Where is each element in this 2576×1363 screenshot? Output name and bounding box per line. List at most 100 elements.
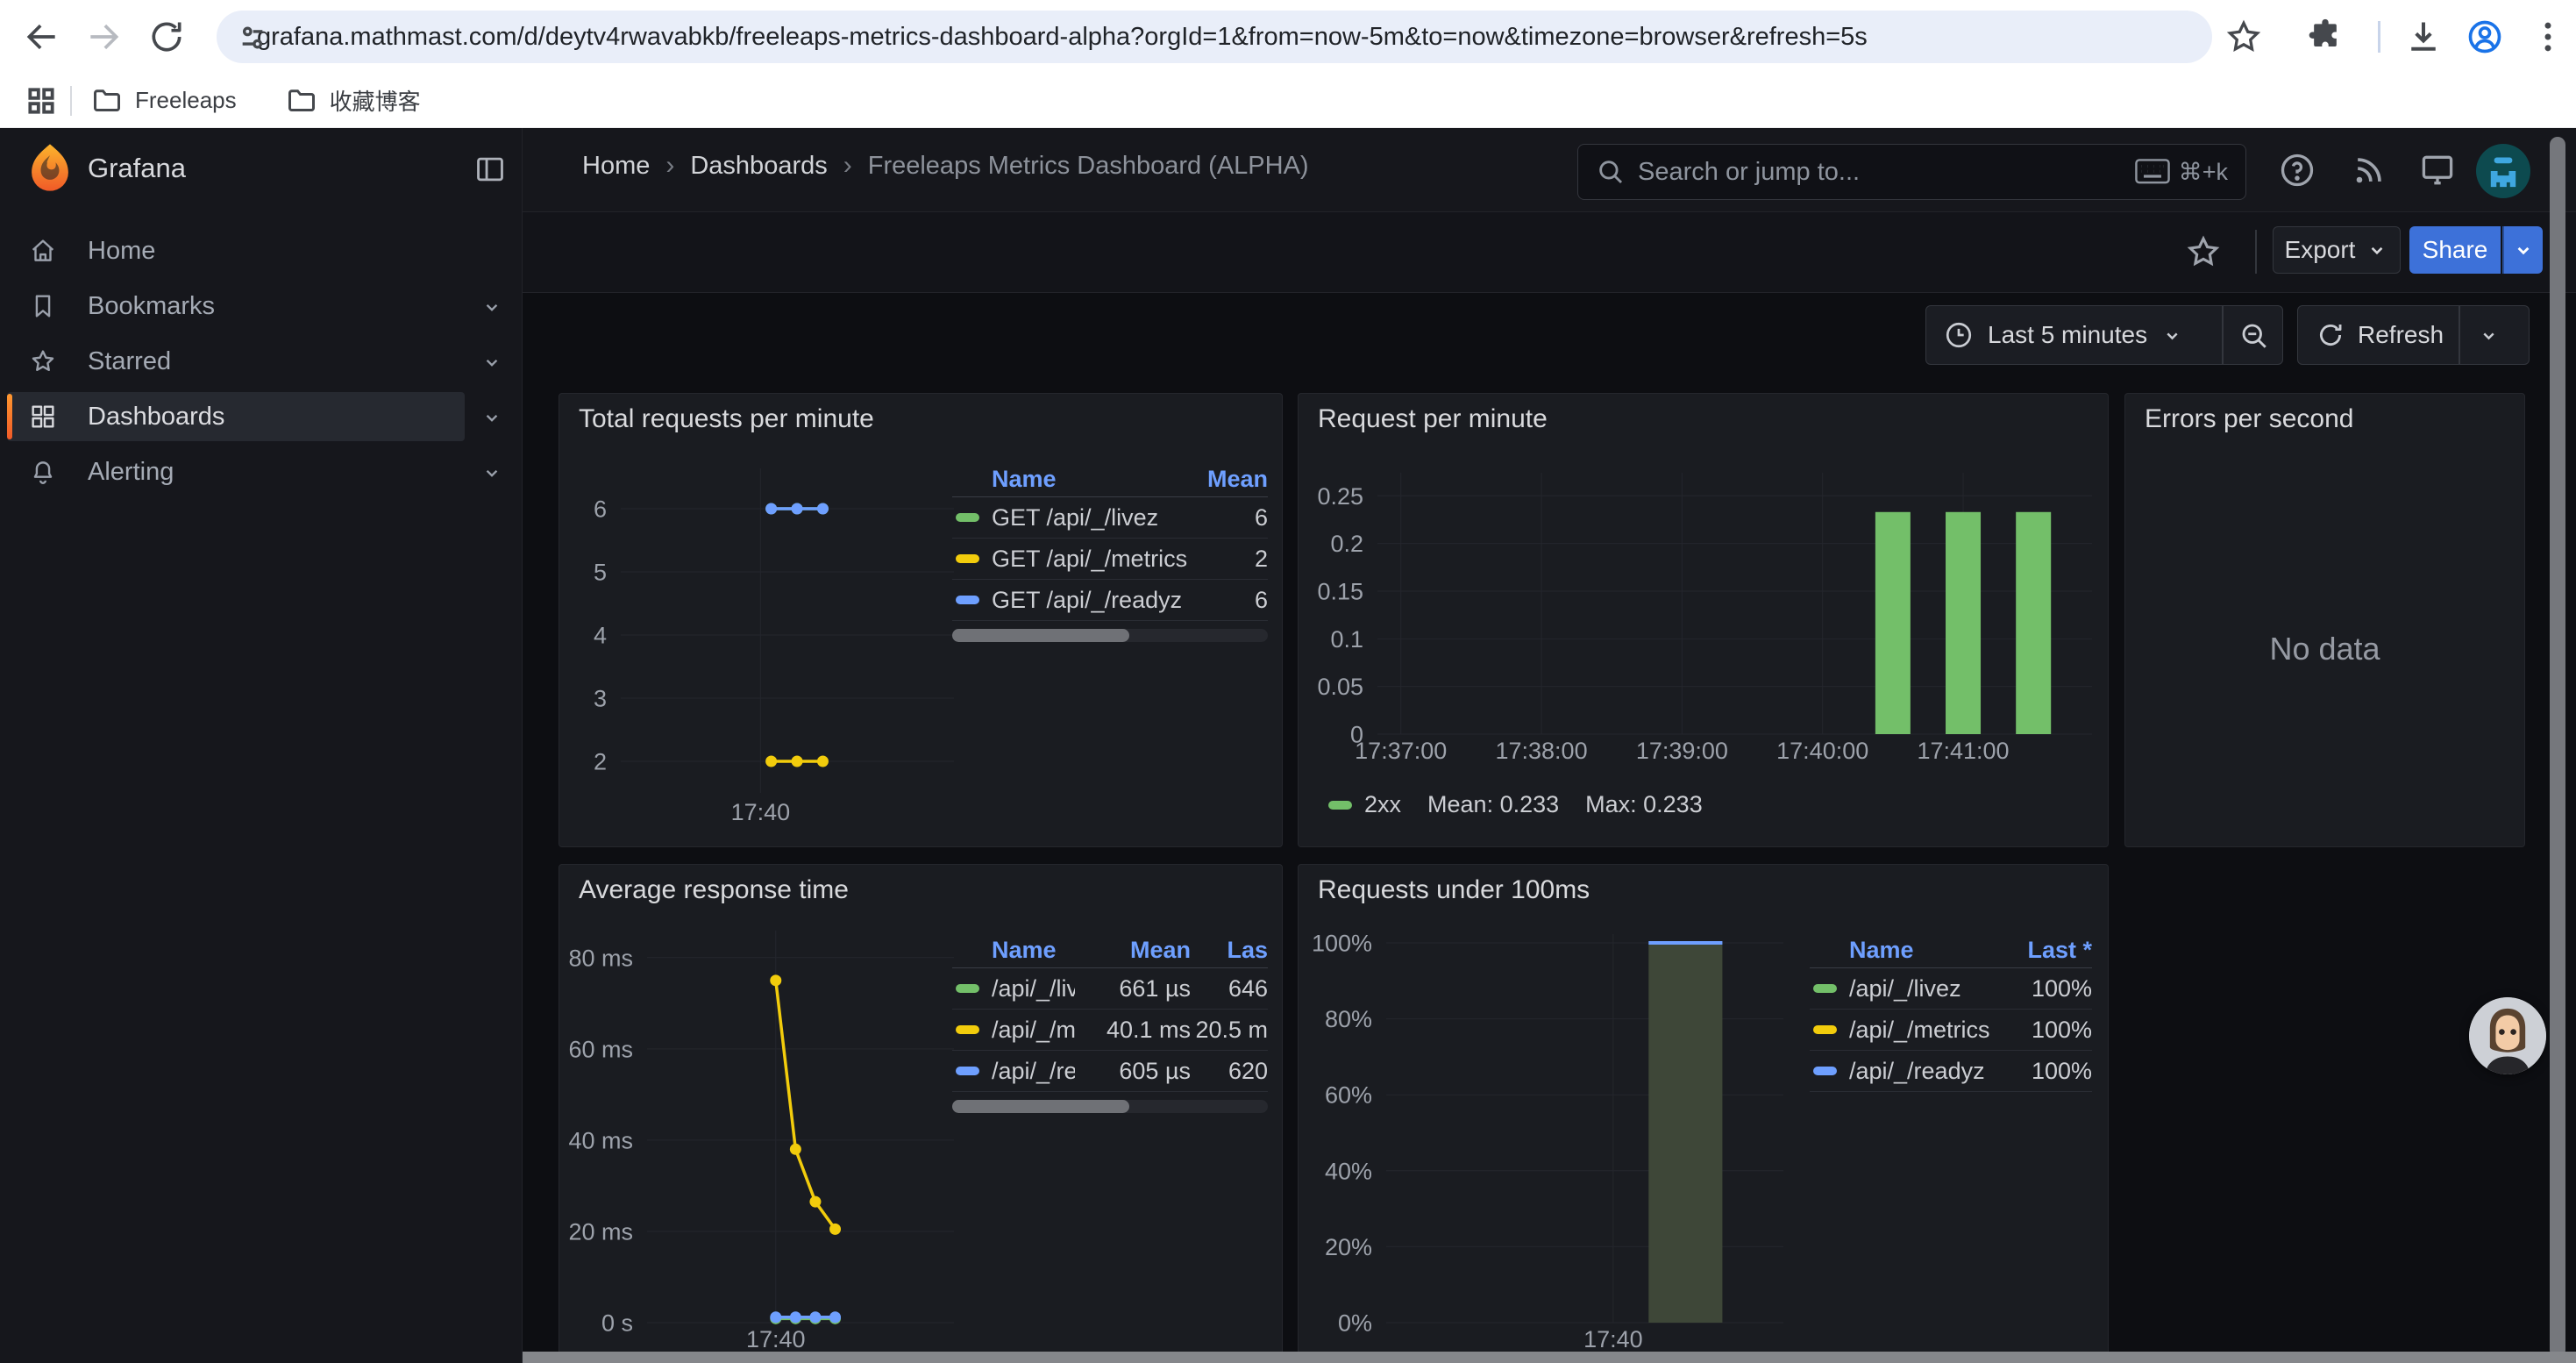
favorite-star-icon[interactable] — [2185, 233, 2222, 270]
back-icon[interactable] — [23, 18, 61, 56]
product-name[interactable]: Grafana — [88, 153, 186, 184]
legend-scrollbar-track[interactable] — [952, 1100, 1268, 1113]
sidebar-item-bookmarks[interactable]: Bookmarks — [0, 282, 523, 331]
svg-text:5: 5 — [594, 559, 607, 585]
news-rss-icon[interactable] — [2350, 151, 2388, 189]
bookmark-folder-freeleaps[interactable]: Freeleaps — [91, 85, 237, 117]
legend-row[interactable]: /api/_/readyz100% — [1810, 1051, 2092, 1092]
legend-series-name[interactable]: /api/_/readyz — [992, 1058, 1075, 1085]
sidebar-item-dashboards[interactable]: Dashboards — [0, 392, 523, 441]
breadcrumb-home[interactable]: Home — [582, 152, 650, 181]
help-icon[interactable] — [2278, 151, 2316, 189]
panel-title: Request per minute — [1318, 404, 1548, 434]
horizontal-scrollbar[interactable] — [523, 1352, 2576, 1363]
sidebar-item-alerting[interactable]: Alerting — [0, 447, 523, 496]
panel-total-requests-per-minute[interactable]: Total requests per minute 6543217:40 Nam… — [559, 393, 1283, 847]
legend-column-header[interactable]: Last * — [1994, 937, 2092, 964]
legend-series-name[interactable]: /api/_/metrics — [992, 1017, 1075, 1044]
legend-row[interactable]: GET /api/_/livez6 — [952, 497, 1268, 539]
sidebar-toggle-icon[interactable] — [473, 153, 507, 186]
app-header: Home › Dashboards › Freeleaps Metrics Da… — [523, 128, 2576, 212]
legend-scrollbar-thumb[interactable] — [952, 629, 1129, 642]
breadcrumb-dashboards[interactable]: Dashboards — [690, 152, 827, 181]
legend-row[interactable]: GET /api/_/readyz 6 — [952, 580, 1268, 621]
apps-grid-icon[interactable] — [25, 84, 58, 118]
legend-row[interactable]: /api/_/readyz605 µs620 — [952, 1051, 1268, 1092]
legend-column-header[interactable]: Name — [952, 466, 1194, 493]
download-icon[interactable] — [2404, 18, 2443, 56]
search-input[interactable]: Search or jump to... ⌘+k — [1577, 144, 2246, 200]
profile-icon[interactable] — [2466, 18, 2504, 56]
legend-row[interactable]: /api/_/livez 100% — [1810, 968, 2092, 1010]
breadcrumb: Home › Dashboards › Freeleaps Metrics Da… — [582, 151, 1309, 181]
legend-series-name[interactable]: /api/_/metrics — [1849, 1017, 1990, 1044]
chevron-down-icon[interactable] — [480, 406, 503, 429]
bar-chart[interactable]: 0.250.20.150.10.05017:37:0017:38:0017:39… — [1299, 394, 2109, 847]
legend-series-name[interactable]: GET /api/_/readyz — [992, 587, 1182, 614]
panel-average-response-time[interactable]: Average response time 80 ms60 ms40 ms20 … — [559, 864, 1283, 1363]
legend-column-header[interactable]: Name — [952, 937, 1075, 964]
chevron-down-icon[interactable] — [480, 351, 503, 374]
legend-table: NameMeanLas/api/_/livez661 µs646/api/_/m… — [952, 933, 1268, 1113]
panel-requests-under-100ms[interactable]: Requests under 100ms 100%80%60%40%20%0%1… — [1298, 864, 2109, 1363]
chevron-down-icon[interactable] — [2478, 325, 2500, 346]
refresh-label[interactable]: Refresh — [2358, 321, 2444, 349]
legend-row[interactable]: GET /api/_/metrics2 — [952, 539, 1268, 580]
assistant-avatar[interactable] — [2469, 997, 2546, 1074]
legend-inline[interactable]: 2xx Mean: 0.233 Max: 0.233 — [1325, 791, 1703, 818]
legend-row[interactable]: /api/_/metrics100% — [1810, 1010, 2092, 1051]
forward-icon[interactable] — [84, 18, 123, 56]
legend-series-name[interactable]: GET /api/_/livez — [992, 504, 1158, 532]
legend-series-name[interactable]: /api/_/readyz — [1849, 1058, 1985, 1085]
legend-value: 100% — [1994, 975, 2092, 1003]
user-avatar[interactable] — [2476, 144, 2530, 198]
legend-scrollbar-track[interactable] — [952, 629, 1268, 642]
svg-text:17:41:00: 17:41:00 — [1917, 738, 2009, 764]
export-button[interactable]: Export — [2273, 226, 2401, 274]
legend-scrollbar-thumb[interactable] — [952, 1100, 1129, 1113]
time-range-label[interactable]: Last 5 minutes — [1988, 321, 2147, 349]
legend-column-header[interactable]: Mean — [1194, 466, 1268, 493]
tune-icon[interactable] — [238, 23, 267, 53]
monitor-icon[interactable] — [2418, 151, 2457, 189]
legend-value: 6 — [1194, 587, 1268, 614]
grafana-logo[interactable] — [25, 142, 75, 196]
sidebar-item-home[interactable]: Home — [0, 226, 523, 275]
legend-row[interactable]: /api/_/livez661 µs646 — [952, 968, 1268, 1010]
svg-text:17:40: 17:40 — [746, 1326, 806, 1352]
dashboard-content: Last 5 minutes Refresh Total requests pe… — [523, 293, 2576, 1363]
legend-column-header[interactable]: Las — [1191, 937, 1268, 964]
share-button[interactable]: Share — [2409, 226, 2501, 274]
browser-top-bar: grafana.mathmast.com/d/deytv4rwavabkb/fr… — [0, 0, 2576, 74]
folder-icon — [91, 85, 123, 117]
bookmark-star-icon[interactable] — [2224, 18, 2263, 56]
breadcrumb-separator: › — [843, 151, 852, 181]
legend-row[interactable]: /api/_/metrics40.1 ms20.5 m — [952, 1010, 1268, 1051]
browser-menu-icon[interactable] — [2529, 18, 2567, 56]
chevron-down-icon[interactable] — [480, 296, 503, 318]
panel-errors-per-second[interactable]: Errors per second No data — [2124, 393, 2525, 847]
vertical-scrollbar[interactable] — [2550, 137, 2565, 1358]
extensions-icon[interactable] — [2306, 18, 2345, 56]
legend-column-header[interactable]: Mean — [1075, 937, 1191, 964]
legend-swatch — [956, 984, 979, 993]
legend-series-name[interactable]: /api/_/livez — [1849, 975, 1961, 1003]
legend-series-label[interactable]: 2xx — [1364, 791, 1401, 818]
chevron-down-icon[interactable] — [2161, 325, 2183, 346]
svg-text:17:37:00: 17:37:00 — [1355, 738, 1447, 764]
legend-series-name[interactable]: GET /api/_/metrics — [992, 546, 1187, 573]
share-menu-button[interactable] — [2502, 226, 2543, 274]
zoom-out-icon[interactable] — [2238, 320, 2270, 352]
reload-icon[interactable] — [147, 18, 186, 56]
panel-request-per-minute[interactable]: Request per minute 0.250.20.150.10.05017… — [1298, 393, 2109, 847]
bookmark-folder-blogs[interactable]: 收藏博客 — [286, 84, 421, 117]
url-text[interactable]: grafana.mathmast.com/d/deytv4rwavabkb/fr… — [257, 23, 1868, 52]
legend-series-name[interactable]: /api/_/livez — [992, 975, 1075, 1003]
refresh-icon[interactable] — [2316, 320, 2345, 350]
sidebar-item-starred[interactable]: Starred — [0, 337, 523, 386]
url-bar[interactable]: grafana.mathmast.com/d/deytv4rwavabkb/fr… — [217, 11, 2212, 63]
chevron-down-icon[interactable] — [480, 461, 503, 484]
bookmarks-bar: Freeleaps 收藏博客 — [0, 74, 2576, 128]
svg-text:80%: 80% — [1325, 1006, 1372, 1032]
legend-column-header[interactable]: Name — [1810, 937, 1994, 964]
